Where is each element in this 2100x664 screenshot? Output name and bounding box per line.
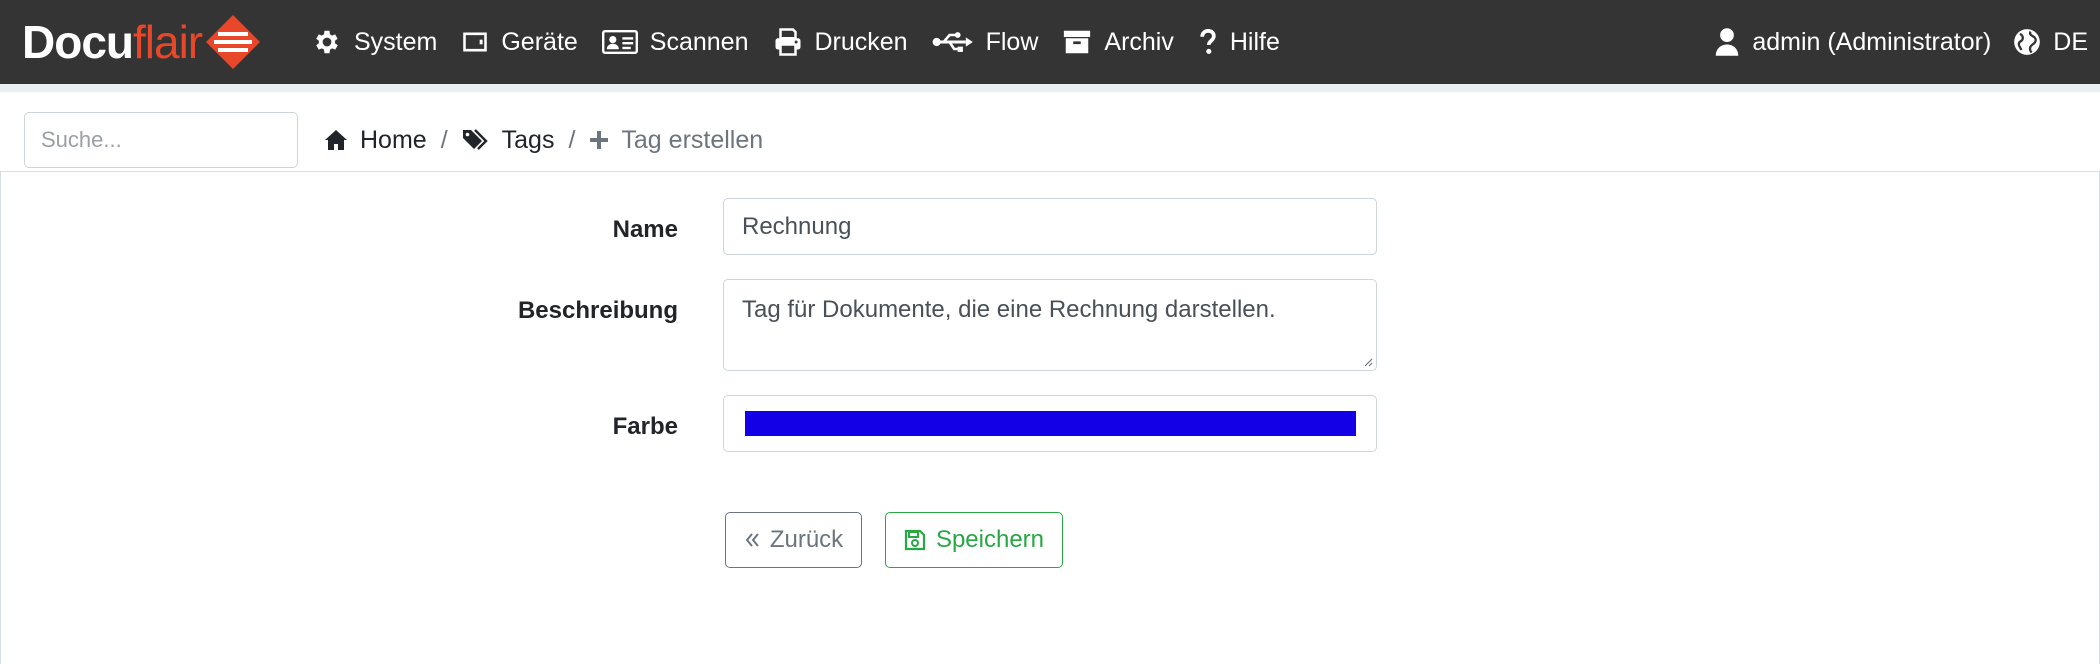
search-input[interactable]	[24, 112, 298, 168]
nav-label-geraete: Geräte	[501, 27, 578, 56]
back-button[interactable]: Zurück	[725, 512, 862, 568]
archive-box-icon	[1064, 30, 1091, 54]
nav-item-system[interactable]: System	[312, 27, 437, 57]
nav-label-system: System	[354, 27, 438, 56]
user-label: admin (Administrator)	[1752, 27, 1992, 56]
nav-label-hilfe: Hilfe	[1229, 27, 1280, 56]
breadcrumb-home[interactable]: Home	[324, 126, 427, 155]
nav-item-geraete[interactable]: Geräte	[461, 27, 578, 57]
name-input[interactable]: Rechnung	[723, 198, 1377, 255]
globe-icon	[2014, 29, 2041, 55]
device-icon	[463, 32, 488, 52]
name-label: Name	[612, 216, 678, 243]
nav-item-archiv[interactable]: Archiv	[1062, 27, 1174, 57]
breadcrumb-current: Tag erstellen	[589, 126, 763, 155]
top-navbar: Docuflair System Geräte Scannen Drucken …	[0, 0, 2100, 84]
breadcrumb-home-label: Home	[360, 125, 427, 154]
brand-text: Docuflair	[22, 16, 203, 68]
nav-item-scannen[interactable]: Scannen	[601, 27, 749, 57]
nav-label-archiv: Archiv	[1104, 27, 1174, 56]
question-icon	[1200, 29, 1216, 54]
id-card-icon	[601, 30, 638, 54]
description-textarea[interactable]: Tag für Dokumente, die eine Rechnung dar…	[723, 279, 1377, 371]
save-button-label: Speichern	[935, 526, 1045, 553]
color-swatch	[745, 411, 1356, 436]
description-text: Tag für Dokumente, die eine Rechnung dar…	[742, 296, 1276, 323]
nav-label-flow: Flow	[985, 27, 1039, 56]
gear-icon	[316, 30, 338, 54]
color-label: Farbe	[612, 413, 678, 440]
breadcrumb-bar: Home / Tags / Tag erstellen	[0, 84, 2100, 172]
breadcrumb-current-label: Tag erstellen	[621, 125, 764, 154]
user-menu[interactable]: admin (Administrator)	[1714, 27, 1991, 57]
breadcrumb-tags-label: Tags	[501, 125, 555, 154]
color-picker[interactable]	[723, 395, 1377, 452]
usb-flow-icon	[932, 32, 973, 52]
nav-label-scannen: Scannen	[649, 27, 749, 56]
language-label: DE	[2053, 27, 2088, 56]
nav-item-flow[interactable]: Flow	[932, 27, 1039, 57]
nav-label-drucken: Drucken	[814, 27, 908, 56]
save-button[interactable]: Speichern	[885, 512, 1063, 568]
nav-item-drucken[interactable]: Drucken	[773, 27, 908, 57]
double-chevron-left-icon	[745, 533, 759, 547]
tags-icon	[462, 129, 488, 150]
description-label: Beschreibung	[517, 297, 678, 324]
back-button-label: Zurück	[769, 526, 844, 553]
breadcrumb-tags[interactable]: Tags	[462, 125, 555, 155]
breadcrumb-separator: /	[568, 125, 576, 154]
plus-icon	[590, 131, 609, 149]
resize-grip-icon[interactable]	[1361, 355, 1373, 367]
nav-right: admin (Administrator) DE	[1714, 0, 2100, 84]
home-icon	[325, 130, 347, 150]
breadcrumb: Home / Tags / Tag erstellen	[324, 112, 763, 168]
main-nav: System Geräte Scannen Drucken Flow Archi…	[312, 0, 1304, 84]
breadcrumb-separator: /	[440, 125, 448, 154]
language-menu[interactable]: DE	[2013, 28, 2088, 57]
brand-logo[interactable]: Docuflair	[22, 12, 262, 72]
save-icon	[904, 529, 926, 551]
nav-item-hilfe[interactable]: Hilfe	[1198, 28, 1280, 57]
docuflair-logo-icon	[206, 15, 261, 69]
printer-icon	[775, 28, 800, 56]
user-icon	[1716, 28, 1739, 56]
